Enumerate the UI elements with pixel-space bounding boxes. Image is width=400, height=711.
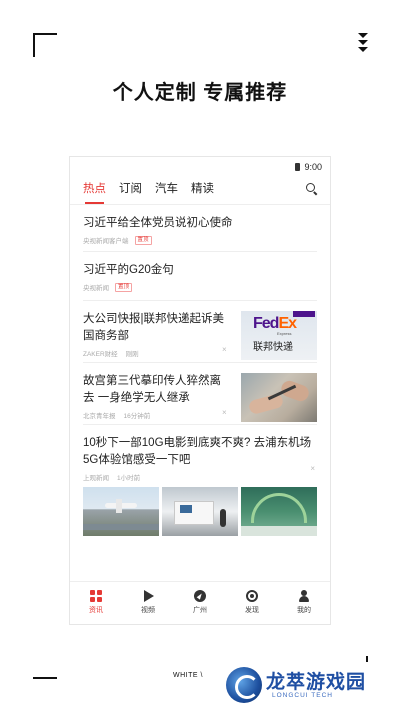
news-title: 习近平给全体党员说初心使命: [83, 217, 233, 229]
news-source: 央视新闻客户端: [83, 238, 129, 245]
watermark-logo: [226, 667, 262, 703]
corner-bracket-top-left: [33, 33, 57, 57]
news-time: 16分钟前: [123, 413, 151, 420]
news-title: 10秒下一部10G电影到底爽不爽? 去浦东机场5G体验馆感受一下吧: [83, 437, 312, 466]
close-icon[interactable]: ×: [222, 345, 227, 354]
nav-news[interactable]: 资讯: [70, 582, 122, 624]
chevrons-down-icon: [356, 33, 370, 54]
news-item[interactable]: 大公司快报|联邦快递起诉美国商务部 ZAKER财经 刚刚 × FedEx Exp…: [83, 301, 317, 363]
news-item[interactable]: 10秒下一部10G电影到底爽不爽? 去浦东机场5G体验馆感受一下吧 上观新闻 1…: [83, 425, 317, 558]
news-title: 大公司快报|联邦快递起诉美国商务部: [83, 313, 224, 342]
nav-discover[interactable]: 发现: [226, 582, 278, 624]
play-icon: [142, 590, 154, 602]
pinned-badge: 置顶: [115, 282, 133, 292]
tick-mark: [366, 656, 368, 662]
status-time: 9:00: [304, 162, 322, 172]
news-time: 1小时前: [117, 475, 141, 482]
grid-icon: [90, 590, 102, 602]
tab-hot[interactable]: 热点: [83, 180, 106, 204]
watermark-title: 龙萃游戏园: [266, 671, 367, 693]
gallery-image: [162, 487, 238, 536]
news-time: 刚刚: [125, 351, 139, 358]
news-source: 上观新闻: [83, 475, 109, 482]
compass-icon: [194, 590, 206, 602]
gallery-image: [83, 487, 159, 536]
news-item[interactable]: 习近平的G20金句 央视新闻 置顶: [83, 252, 317, 301]
tab-featured[interactable]: 精读: [191, 180, 214, 204]
close-icon[interactable]: ×: [310, 464, 315, 473]
channel-tabs: 热点 订阅 汽车 精读: [70, 175, 330, 205]
news-source: ZAKER财经: [83, 351, 118, 358]
image-gallery: [83, 487, 317, 536]
news-feed: 习近平给全体党员说初心使命 央视新闻客户端 置顶 习近平的G20金句 央视新闻 …: [70, 205, 330, 558]
news-source: 北京青年报: [83, 413, 116, 420]
nav-city[interactable]: 广州: [174, 582, 226, 624]
tab-auto[interactable]: 汽车: [155, 180, 178, 204]
watermark-subtitle: LONGCUI TECH: [272, 692, 333, 699]
footer-text: WHITE \: [173, 672, 203, 679]
tab-subscribe[interactable]: 订阅: [119, 180, 142, 204]
nav-me[interactable]: 我的: [278, 582, 330, 624]
news-item[interactable]: 故宫第三代摹印传人猝然离去 一身绝学无人继承 北京青年报 16分钟前 ×: [83, 363, 317, 425]
promo-headline: 个人定制 专属推荐: [112, 82, 288, 104]
close-icon[interactable]: ×: [222, 408, 227, 417]
bottom-nav: 资讯 视频 广州 发现 我的: [70, 581, 330, 624]
news-source: 央视新闻: [83, 285, 109, 292]
user-icon: [298, 590, 310, 602]
news-thumbnail: FedEx Express 联邦快递: [241, 311, 317, 360]
gallery-image: [241, 487, 317, 536]
pinned-badge: 置顶: [134, 235, 152, 245]
news-item[interactable]: 习近平给全体党员说初心使命 央视新闻客户端 置顶: [83, 205, 317, 252]
news-title: 故宫第三代摹印传人猝然离去 一身绝学无人继承: [83, 375, 221, 404]
search-icon[interactable]: [306, 183, 318, 196]
watermark: 龙萃游戏园 LONGCUI TECH: [226, 665, 376, 707]
nav-video[interactable]: 视频: [122, 582, 174, 624]
battery-icon: [295, 163, 301, 171]
phone-screen: 9:00 热点 订阅 汽车 精读 习近平给全体党员说初心使命 央视新闻客户端 置…: [69, 156, 331, 625]
status-bar: 9:00: [70, 159, 330, 175]
news-title: 习近平的G20金句: [83, 264, 174, 276]
news-thumbnail: [241, 373, 317, 422]
dash-bottom-left: [33, 677, 57, 679]
discover-icon: [246, 590, 258, 602]
